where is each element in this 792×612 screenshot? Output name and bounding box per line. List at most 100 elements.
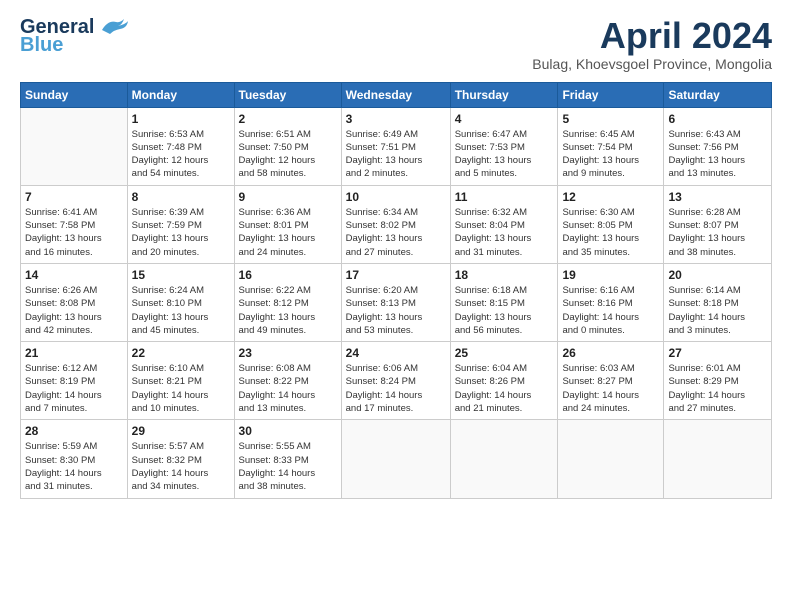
day-info: Sunrise: 6:39 AMSunset: 7:59 PMDaylight:… [132,206,230,259]
day-info: Sunrise: 6:36 AMSunset: 8:01 PMDaylight:… [239,206,337,259]
day-info: Sunrise: 6:16 AMSunset: 8:16 PMDaylight:… [562,284,659,337]
calendar-cell [21,107,128,185]
weekday-header-thursday: Thursday [450,82,558,107]
calendar-cell [450,420,558,498]
weekday-header-monday: Monday [127,82,234,107]
day-number: 5 [562,112,659,126]
day-number: 6 [668,112,767,126]
week-row-1: 1 Sunrise: 6:53 AMSunset: 7:48 PMDaylight… [21,107,772,185]
day-info: Sunrise: 6:04 AMSunset: 8:26 PMDaylight:… [455,362,554,415]
week-row-5: 28 Sunrise: 5:59 AMSunset: 8:30 PMDayligh… [21,420,772,498]
day-number: 12 [562,190,659,204]
calendar-cell: 8 Sunrise: 6:39 AMSunset: 7:59 PMDaylight… [127,185,234,263]
calendar-cell: 27 Sunrise: 6:01 AMSunset: 8:29 PMDayligh… [664,342,772,420]
day-number: 24 [346,346,446,360]
day-info: Sunrise: 6:51 AMSunset: 7:50 PMDaylight:… [239,128,337,181]
day-number: 7 [25,190,123,204]
day-number: 10 [346,190,446,204]
calendar-cell: 11Sunrise: 6:32 AMSunset: 8:04 PMDayligh… [450,185,558,263]
calendar-cell: 19 Sunrise: 6:16 AMSunset: 8:16 PMDayligh… [558,263,664,341]
day-number: 27 [668,346,767,360]
weekday-header-friday: Friday [558,82,664,107]
calendar-cell: 6 Sunrise: 6:43 AMSunset: 7:56 PMDaylight… [664,107,772,185]
day-info: Sunrise: 6:22 AMSunset: 8:12 PMDaylight:… [239,284,337,337]
day-info: Sunrise: 6:10 AMSunset: 8:21 PMDaylight:… [132,362,230,415]
day-number: 15 [132,268,230,282]
day-number: 1 [132,112,230,126]
day-number: 25 [455,346,554,360]
day-number: 23 [239,346,337,360]
day-info: Sunrise: 6:14 AMSunset: 8:18 PMDaylight:… [668,284,767,337]
calendar-body: 1 Sunrise: 6:53 AMSunset: 7:48 PMDaylight… [21,107,772,498]
day-number: 28 [25,424,123,438]
day-number: 17 [346,268,446,282]
calendar-cell: 2 Sunrise: 6:51 AMSunset: 7:50 PMDaylight… [234,107,341,185]
title-block: April 2024 Bulag, Khoevsgoel Province, M… [532,16,772,72]
calendar-cell: 29Sunrise: 5:57 AMSunset: 8:32 PMDayligh… [127,420,234,498]
calendar-cell: 3 Sunrise: 6:49 AMSunset: 7:51 PMDaylight… [341,107,450,185]
calendar-header: SundayMondayTuesdayWednesdayThursdayFrid… [21,82,772,107]
day-number: 8 [132,190,230,204]
week-row-4: 21 Sunrise: 6:12 AMSunset: 8:19 PMDayligh… [21,342,772,420]
day-info: Sunrise: 6:08 AMSunset: 8:22 PMDaylight:… [239,362,337,415]
calendar-cell: 23 Sunrise: 6:08 AMSunset: 8:22 PMDayligh… [234,342,341,420]
calendar-cell: 18 Sunrise: 6:18 AMSunset: 8:15 PMDayligh… [450,263,558,341]
logo-bird-icon [98,16,128,38]
logo: General Blue [20,16,128,57]
day-info: Sunrise: 6:30 AMSunset: 8:05 PMDaylight:… [562,206,659,259]
calendar-page: General Blue April 2024 Bulag, Khoevsgoe… [0,0,792,612]
calendar-cell: 4Sunrise: 6:47 AMSunset: 7:53 PMDaylight… [450,107,558,185]
calendar-cell: 21 Sunrise: 6:12 AMSunset: 8:19 PMDayligh… [21,342,128,420]
day-info: Sunrise: 5:59 AMSunset: 8:30 PMDaylight:… [25,440,123,493]
day-number: 19 [562,268,659,282]
day-info: Sunrise: 6:12 AMSunset: 8:19 PMDaylight:… [25,362,123,415]
day-number: 21 [25,346,123,360]
day-number: 3 [346,112,446,126]
calendar-cell: 12 Sunrise: 6:30 AMSunset: 8:05 PMDayligh… [558,185,664,263]
calendar-cell: 25 Sunrise: 6:04 AMSunset: 8:26 PMDayligh… [450,342,558,420]
day-info: Sunrise: 6:43 AMSunset: 7:56 PMDaylight:… [668,128,767,181]
calendar-cell: 26 Sunrise: 6:03 AMSunset: 8:27 PMDayligh… [558,342,664,420]
week-row-3: 14Sunrise: 6:26 AMSunset: 8:08 PMDayligh… [21,263,772,341]
day-info: Sunrise: 6:20 AMSunset: 8:13 PMDaylight:… [346,284,446,337]
day-info: Sunrise: 6:26 AMSunset: 8:08 PMDaylight:… [25,284,123,337]
weekday-header-row: SundayMondayTuesdayWednesdayThursdayFrid… [21,82,772,107]
day-number: 18 [455,268,554,282]
day-info: Sunrise: 6:49 AMSunset: 7:51 PMDaylight:… [346,128,446,181]
day-info: Sunrise: 6:01 AMSunset: 8:29 PMDaylight:… [668,362,767,415]
day-number: 29 [132,424,230,438]
calendar-cell: 20 Sunrise: 6:14 AMSunset: 8:18 PMDayligh… [664,263,772,341]
day-info: Sunrise: 6:06 AMSunset: 8:24 PMDaylight:… [346,362,446,415]
day-number: 11 [455,190,554,204]
day-info: Sunrise: 6:34 AMSunset: 8:02 PMDaylight:… [346,206,446,259]
day-info: Sunrise: 6:03 AMSunset: 8:27 PMDaylight:… [562,362,659,415]
day-info: Sunrise: 6:45 AMSunset: 7:54 PMDaylight:… [562,128,659,181]
calendar-cell: 13 Sunrise: 6:28 AMSunset: 8:07 PMDayligh… [664,185,772,263]
day-number: 9 [239,190,337,204]
calendar-cell: 10 Sunrise: 6:34 AMSunset: 8:02 PMDayligh… [341,185,450,263]
day-number: 22 [132,346,230,360]
weekday-header-saturday: Saturday [664,82,772,107]
day-info: Sunrise: 6:28 AMSunset: 8:07 PMDaylight:… [668,206,767,259]
weekday-header-tuesday: Tuesday [234,82,341,107]
day-info: Sunrise: 6:18 AMSunset: 8:15 PMDaylight:… [455,284,554,337]
location: Bulag, Khoevsgoel Province, Mongolia [532,56,772,72]
calendar-cell: 15Sunrise: 6:24 AMSunset: 8:10 PMDayligh… [127,263,234,341]
calendar-cell: 30Sunrise: 5:55 AMSunset: 8:33 PMDayligh… [234,420,341,498]
day-info: Sunrise: 6:53 AMSunset: 7:48 PMDaylight:… [132,128,230,181]
day-number: 2 [239,112,337,126]
calendar-cell: 9 Sunrise: 6:36 AMSunset: 8:01 PMDaylight… [234,185,341,263]
day-number: 20 [668,268,767,282]
weekday-header-wednesday: Wednesday [341,82,450,107]
week-row-2: 7Sunrise: 6:41 AMSunset: 7:58 PMDaylight… [21,185,772,263]
calendar-cell: 5 Sunrise: 6:45 AMSunset: 7:54 PMDaylight… [558,107,664,185]
day-info: Sunrise: 5:55 AMSunset: 8:33 PMDaylight:… [239,440,337,493]
calendar-cell: 14Sunrise: 6:26 AMSunset: 8:08 PMDayligh… [21,263,128,341]
day-number: 13 [668,190,767,204]
calendar-cell: 1 Sunrise: 6:53 AMSunset: 7:48 PMDaylight… [127,107,234,185]
calendar-cell: 22 Sunrise: 6:10 AMSunset: 8:21 PMDayligh… [127,342,234,420]
day-number: 16 [239,268,337,282]
calendar-cell: 28 Sunrise: 5:59 AMSunset: 8:30 PMDayligh… [21,420,128,498]
calendar-cell [341,420,450,498]
day-number: 26 [562,346,659,360]
